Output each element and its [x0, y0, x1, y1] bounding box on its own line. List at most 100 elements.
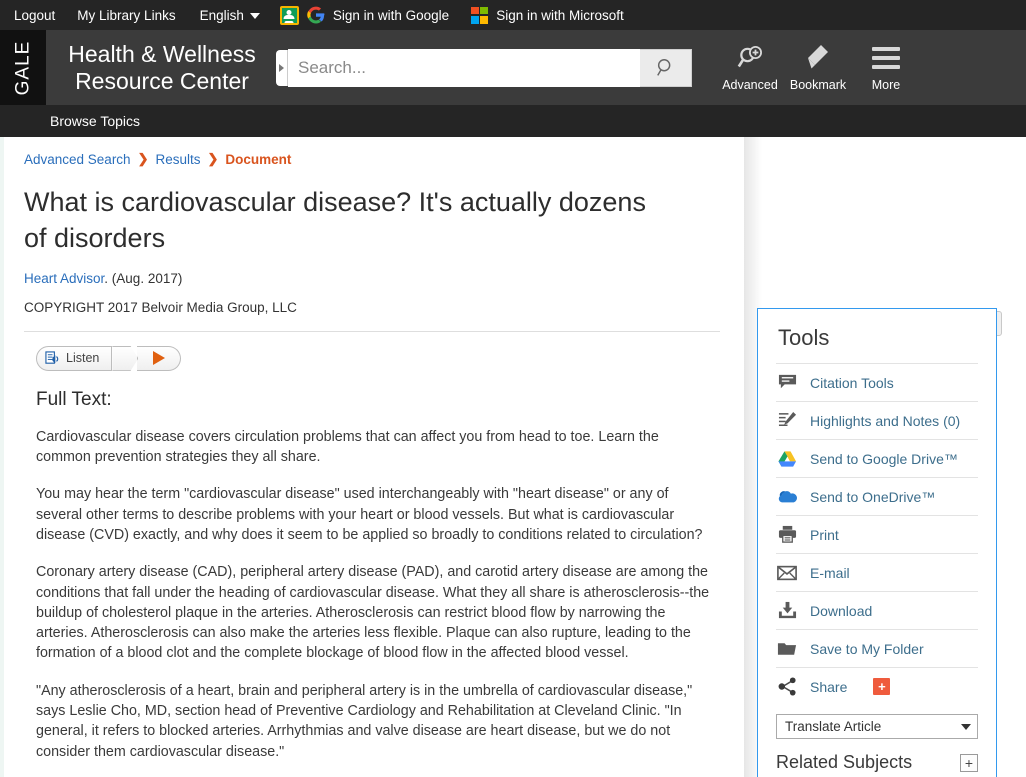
search-icon	[656, 59, 670, 76]
tool-send-to-onedrive[interactable]: Send to OneDrive™	[776, 477, 978, 515]
document-content: Advanced Search ❯ Results ❯ Document Wha…	[4, 137, 744, 777]
page-body: Advanced Search ❯ Results ❯ Document Wha…	[0, 137, 1026, 777]
breadcrumb-results[interactable]: Results	[155, 152, 200, 167]
listen-button[interactable]: Listen	[36, 345, 113, 371]
related-subjects-section: Related Subjects +	[776, 752, 978, 773]
translate-article-value: Translate Article	[785, 719, 882, 734]
source-line: Heart Advisor. (Aug. 2017)	[24, 271, 720, 286]
microsoft-signin-button[interactable]: Sign in with Microsoft	[471, 6, 624, 24]
share-nodes-icon	[776, 677, 798, 696]
tool-send-to-google-drive[interactable]: Send to Google Drive™	[776, 439, 978, 477]
tool-email[interactable]: E-mail	[776, 553, 978, 591]
source-publication-link[interactable]: Heart Advisor	[24, 271, 104, 286]
logout-link[interactable]: Logout	[14, 8, 55, 23]
gale-logo-text: GALE	[12, 40, 34, 95]
printer-icon	[776, 525, 798, 544]
fulltext-heading: Full Text:	[36, 388, 112, 410]
google-signin-label: Sign in with Google	[332, 7, 450, 23]
tool-citation-tools[interactable]: Citation Tools	[776, 363, 978, 401]
bookmark-icon	[805, 42, 831, 74]
download-icon	[776, 601, 798, 620]
divider	[24, 330, 720, 332]
listen-speaker-icon	[45, 351, 59, 364]
language-label: English	[199, 7, 244, 23]
listen-toolbar: Listen	[36, 345, 720, 371]
google-drive-icon	[776, 450, 798, 468]
breadcrumb-advanced-search[interactable]: Advanced Search	[24, 152, 131, 167]
triangle-right-icon	[279, 64, 284, 72]
site-title-line1: Health & Wellness	[68, 41, 256, 68]
page-title: What is cardiovascular disease? It's act…	[24, 187, 646, 253]
share-expand-badge[interactable]: +	[873, 678, 891, 695]
folder-icon	[776, 640, 798, 657]
tool-label: Citation Tools	[810, 374, 894, 391]
copyright-notice: COPYRIGHT 2017 Belvoir Media Group, LLC	[24, 299, 297, 315]
my-library-links-link[interactable]: My Library Links	[77, 8, 175, 23]
search-input[interactable]	[288, 49, 640, 87]
breadcrumb-separator-icon: ❯	[207, 151, 219, 166]
browse-topics-link[interactable]: Browse Topics	[50, 113, 140, 129]
microsoft-logo-icon	[471, 6, 489, 24]
chevron-down-icon	[961, 723, 971, 730]
google-g-icon	[307, 6, 325, 24]
tool-label: Print	[810, 526, 839, 543]
header-actions: Advanced Bookmark More	[716, 42, 920, 105]
tool-label: Send to Google Drive™	[810, 450, 958, 467]
language-selector[interactable]: English	[200, 8, 260, 23]
search-scope-toggle[interactable]	[276, 50, 288, 86]
site-title: Health & Wellness Resource Center	[46, 30, 274, 105]
gale-logo[interactable]: GALE	[0, 30, 46, 105]
more-menu-button[interactable]: More	[852, 42, 920, 92]
tool-label: E-mail	[810, 564, 850, 581]
tool-label: Download	[810, 602, 873, 619]
breadcrumb: Advanced Search ❯ Results ❯ Document	[24, 151, 720, 167]
google-classroom-icon	[279, 5, 299, 25]
site-header: GALE Health & Wellness Resource Center S…	[0, 30, 1026, 105]
article-paragraph: Cardiovascular disease covers circulatio…	[36, 428, 659, 466]
tools-panel-title: Tools	[778, 325, 830, 350]
play-icon	[152, 351, 165, 366]
translate-article-select[interactable]: Translate Article	[776, 714, 978, 739]
search-bar	[276, 48, 692, 88]
utility-bar: Logout My Library Links English Sign in …	[0, 0, 1026, 30]
highlight-pen-icon	[776, 411, 798, 430]
hamburger-icon	[872, 42, 900, 74]
speech-bubble-icon	[776, 373, 798, 392]
tool-print[interactable]: Print	[776, 515, 978, 553]
related-subjects-label: Related Subjects	[776, 752, 913, 772]
tool-highlights-and-notes[interactable]: Highlights and Notes (0)	[776, 401, 978, 439]
onedrive-cloud-icon	[776, 489, 798, 504]
more-label: More	[871, 78, 901, 92]
envelope-icon	[776, 565, 798, 581]
tool-label: Highlights and Notes (0)	[810, 412, 961, 429]
advanced-search-button[interactable]: Advanced	[716, 42, 784, 92]
tool-label: Send to OneDrive™	[810, 488, 936, 505]
tool-label: Save to My Folder	[810, 640, 924, 657]
source-date: . (Aug. 2017)	[104, 270, 183, 286]
related-subjects-expand-button[interactable]: +	[960, 753, 978, 772]
listen-label: Listen	[66, 351, 100, 366]
search-submit-button[interactable]	[640, 49, 692, 87]
tools-panel: Tools Citation Tools Highlights and Note…	[757, 308, 997, 777]
bookmark-label: Bookmark	[789, 78, 847, 92]
tool-save-to-my-folder[interactable]: Save to My Folder	[776, 629, 978, 667]
site-title-line2: Resource Center	[75, 67, 249, 94]
breadcrumb-document: Document	[225, 151, 292, 167]
google-signin-button[interactable]: Sign in with Google	[279, 5, 450, 25]
article-paragraph: "Any atherosclerosis of a heart, brain a…	[36, 682, 693, 760]
listen-play-button[interactable]	[137, 345, 182, 371]
chevron-down-icon	[249, 13, 260, 19]
advanced-search-label: Advanced	[722, 78, 778, 92]
article-body: Cardiovascular disease covers circulatio…	[36, 427, 714, 762]
article-paragraph: You may hear the term "cardiovascular di…	[36, 486, 703, 543]
tool-share[interactable]: Share +	[776, 667, 978, 705]
listen-chevron-icon	[112, 345, 139, 371]
tool-label: Share	[810, 678, 848, 695]
bookmark-button[interactable]: Bookmark	[784, 42, 852, 92]
microsoft-signin-label: Sign in with Microsoft	[496, 7, 624, 23]
breadcrumb-separator-icon: ❯	[137, 151, 149, 166]
tool-download[interactable]: Download	[776, 591, 978, 629]
search-plus-icon	[736, 42, 764, 74]
article-paragraph: Coronary artery disease (CAD), periphera…	[36, 564, 710, 662]
browse-bar: Browse Topics	[0, 105, 1026, 137]
